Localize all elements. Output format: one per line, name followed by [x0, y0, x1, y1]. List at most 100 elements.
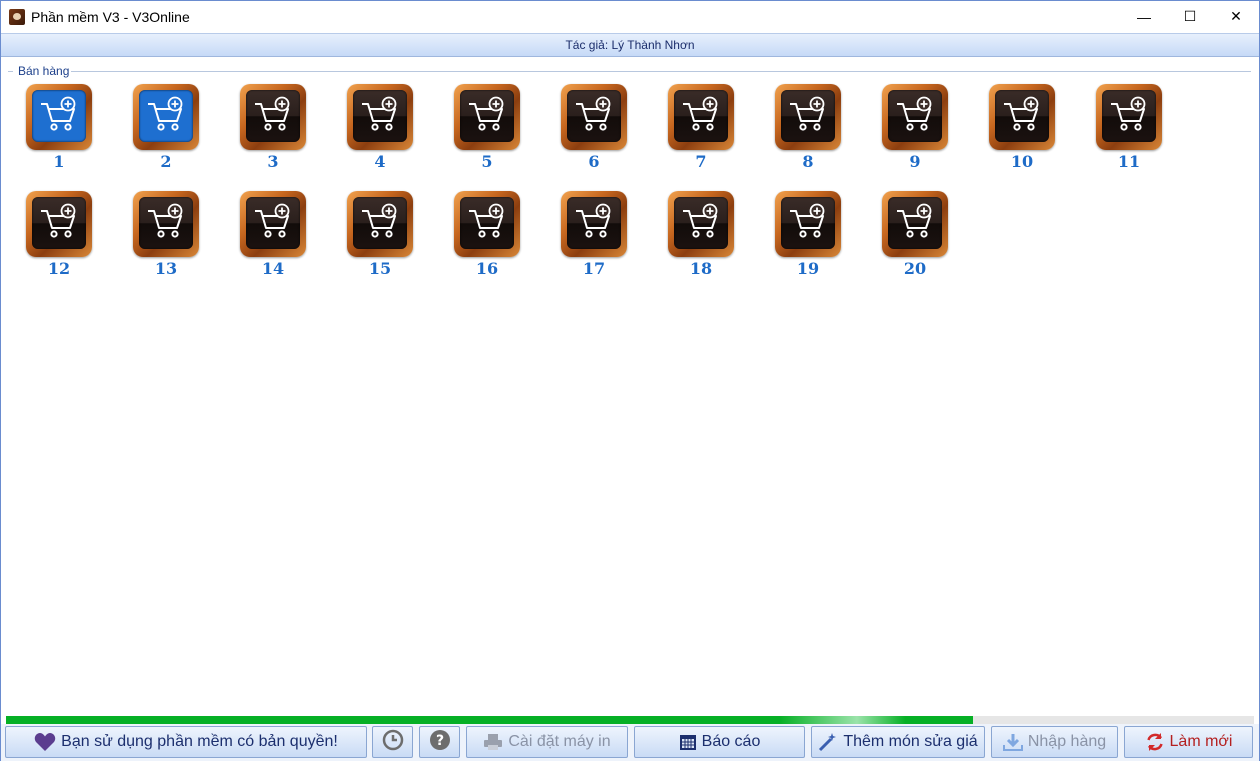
cart-tile-icon — [668, 84, 734, 150]
close-button[interactable]: ✕ — [1213, 1, 1259, 32]
title-bar: Phần mềm V3 - V3Online — ☐ ✕ — [1, 1, 1259, 32]
tile-number: 12 — [47, 259, 71, 278]
refresh-label: Làm mới — [1169, 733, 1233, 750]
cart-add-icon — [362, 96, 397, 131]
author-bar: Tác giả: Lý Thành Nhơn — [1, 33, 1259, 57]
add-item-label: Thêm món sửa giá — [843, 733, 978, 750]
window-title: Phần mềm V3 - V3Online — [31, 8, 190, 25]
progress-fill — [6, 716, 974, 724]
cart-tile-icon — [240, 84, 306, 150]
sales-tile[interactable]: 15 — [347, 191, 413, 283]
tile-number: 11 — [1117, 152, 1141, 171]
tile-number: 17 — [582, 259, 606, 278]
tile-number: 19 — [796, 259, 820, 278]
cart-tile-icon — [26, 84, 92, 150]
sales-tile[interactable]: 8 — [775, 84, 841, 176]
cart-add-icon — [897, 203, 932, 238]
cart-tile-icon — [347, 191, 413, 257]
cart-add-icon — [1004, 96, 1039, 131]
cart-add-icon — [683, 203, 718, 238]
add-item-button[interactable]: Thêm món sửa giá — [811, 726, 985, 758]
tile-number: 16 — [475, 259, 499, 278]
question-icon: ? — [429, 729, 451, 756]
help-button[interactable]: ? — [419, 726, 460, 758]
sales-tile[interactable]: 14 — [240, 191, 306, 283]
tile-number: 20 — [903, 259, 927, 278]
download-icon — [1002, 733, 1023, 751]
cart-tile-icon — [454, 84, 520, 150]
sales-tile[interactable]: 17 — [561, 191, 627, 283]
cart-tile-icon — [454, 191, 520, 257]
cart-add-icon — [41, 203, 76, 238]
refresh-button[interactable]: Làm mới — [1124, 726, 1253, 758]
heart-icon — [34, 732, 56, 752]
minimize-button[interactable]: — — [1121, 1, 1167, 32]
sales-tile[interactable]: 7 — [668, 84, 734, 176]
license-label: Bạn sử dụng phần mềm có bản quyền! — [61, 733, 338, 750]
tile-number: 1 — [53, 152, 65, 171]
printer-settings-button[interactable]: Cài đặt máy in — [466, 726, 628, 758]
author-text: Tác giả: Lý Thành Nhơn — [565, 38, 695, 52]
cart-add-icon — [41, 96, 76, 131]
tile-number: 6 — [588, 152, 600, 171]
sales-tile[interactable]: 1 — [26, 84, 92, 176]
calendar-icon — [679, 733, 697, 751]
cart-tile-icon — [882, 191, 948, 257]
report-label: Báo cáo — [701, 733, 761, 750]
cart-tile-icon — [668, 191, 734, 257]
cart-tile-icon — [26, 191, 92, 257]
tile-number: 2 — [160, 152, 172, 171]
cart-tile-icon — [882, 84, 948, 150]
cart-tile-icon — [133, 84, 199, 150]
sales-tile[interactable]: 11 — [1096, 84, 1162, 176]
tile-number: 18 — [689, 259, 713, 278]
cart-add-icon — [790, 203, 825, 238]
sales-tile[interactable]: 4 — [347, 84, 413, 176]
app-logo-icon — [9, 8, 25, 25]
sales-tile[interactable]: 6 — [561, 84, 627, 176]
cart-add-icon — [790, 96, 825, 131]
tile-number: 9 — [909, 152, 921, 171]
sales-tile[interactable]: 16 — [454, 191, 520, 283]
sales-tile[interactable]: 5 — [454, 84, 520, 176]
cart-tile-icon — [1096, 84, 1162, 150]
sales-tile[interactable]: 18 — [668, 191, 734, 283]
sales-tile[interactable]: 12 — [26, 191, 92, 283]
tile-number: 7 — [695, 152, 707, 171]
cart-add-icon — [683, 96, 718, 131]
sales-tile[interactable]: 2 — [133, 84, 199, 176]
sales-tile[interactable]: 3 — [240, 84, 306, 176]
cart-tile-icon — [240, 191, 306, 257]
sales-tile[interactable]: 9 — [882, 84, 948, 176]
cart-tile-icon — [561, 191, 627, 257]
history-button[interactable] — [372, 726, 413, 758]
sales-tile[interactable]: 10 — [989, 84, 1055, 176]
tile-number: 8 — [802, 152, 814, 171]
tile-number: 15 — [368, 259, 392, 278]
cart-add-icon — [255, 203, 290, 238]
tile-number: 10 — [1010, 152, 1034, 171]
svg-text:?: ? — [435, 733, 443, 749]
magic-wand-icon — [818, 732, 838, 752]
progress-bar — [6, 716, 1254, 724]
cart-add-icon — [897, 96, 932, 131]
license-button[interactable]: Bạn sử dụng phần mềm có bản quyền! — [5, 726, 367, 758]
sales-tile[interactable]: 20 — [882, 191, 948, 283]
maximize-button[interactable]: ☐ — [1167, 1, 1213, 32]
cart-add-icon — [362, 203, 397, 238]
cart-add-icon — [576, 203, 611, 238]
cart-tile-icon — [775, 84, 841, 150]
tile-number: 14 — [261, 259, 285, 278]
report-button[interactable]: Báo cáo — [634, 726, 805, 758]
sales-tile[interactable]: 13 — [133, 191, 199, 283]
cart-tile-icon — [561, 84, 627, 150]
import-button[interactable]: Nhập hàng — [991, 726, 1118, 758]
sales-tile[interactable]: 19 — [775, 191, 841, 283]
tile-number: 13 — [154, 259, 178, 278]
cart-add-icon — [148, 203, 183, 238]
cart-add-icon — [469, 203, 504, 238]
cart-tile-icon — [989, 84, 1055, 150]
cart-add-icon — [148, 96, 183, 131]
tile-number: 5 — [481, 152, 493, 171]
group-divider — [71, 71, 1251, 72]
